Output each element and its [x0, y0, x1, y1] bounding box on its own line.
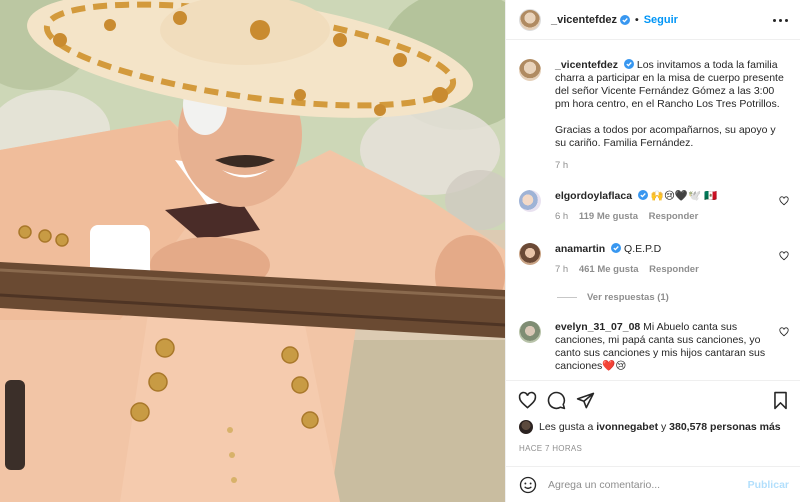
likes-middle: y — [660, 421, 667, 433]
comment-text: Q.E.P.D — [624, 243, 662, 255]
caption: _vicentefdez Los invitamos a toda la fam… — [519, 59, 789, 171]
comment-time: 6 h — [555, 211, 569, 222]
commenter-avatar[interactable] — [519, 321, 541, 343]
photo-illustration — [0, 0, 505, 502]
instagram-post: _vicentefdez • Seguir _vicentefdez Los i… — [0, 0, 800, 502]
comments-list[interactable]: _vicentefdez Los invitamos a toda la fam… — [506, 41, 800, 379]
comment-body: elgordoylaflaca 🙌😢🖤🕊️ 🇲🇽 — [555, 190, 789, 203]
verified-badge-icon — [611, 243, 622, 253]
caption-text-2: Gracias a todos por acompañarnos, su apo… — [555, 124, 776, 149]
caption-meta: 7 h — [555, 160, 789, 171]
caption-body: _vicentefdez Los invitamos a toda la fam… — [555, 59, 789, 150]
commenter-avatar[interactable] — [519, 190, 541, 212]
post-sidebar: _vicentefdez • Seguir _vicentefdez Los i… — [505, 0, 800, 502]
view-replies-line — [557, 296, 577, 298]
caption-avatar[interactable] — [519, 59, 541, 81]
likes-count[interactable]: 380,578 personas más — [669, 421, 781, 433]
comment-body: anamartin Q.E.P.D — [555, 243, 789, 256]
comment-username[interactable]: anamartin — [555, 243, 605, 255]
liker-avatar[interactable] — [519, 420, 533, 434]
heart-icon[interactable] — [779, 327, 789, 337]
likes-prefix: Les gusta a — [539, 421, 594, 433]
verified-badge-icon — [620, 14, 631, 25]
post-header: _vicentefdez • Seguir — [506, 0, 800, 40]
comment-username[interactable]: elgordoylaflaca — [555, 190, 632, 202]
comment-item: evelyn_31_07_08 Mi Abuelo canta sus canc… — [519, 321, 789, 373]
likes-summary: Les gusta a ivonnegabet y 380,578 person… — [519, 420, 781, 434]
verified-badge-icon — [623, 59, 634, 69]
post-photo[interactable] — [0, 0, 505, 502]
view-replies-button[interactable]: Ver respuestas (1) — [557, 292, 669, 303]
header-separator: • — [635, 13, 639, 26]
comment-body: evelyn_31_07_08 Mi Abuelo canta sus canc… — [555, 321, 789, 373]
comment-composer: Publicar — [506, 466, 800, 502]
more-options-icon[interactable] — [773, 13, 789, 27]
emoji-icon[interactable] — [519, 476, 537, 494]
author-avatar[interactable] — [519, 8, 541, 31]
comment-username[interactable]: evelyn_31_07_08 — [555, 321, 640, 333]
comment-item: elgordoylaflaca 🙌😢🖤🕊️ 🇲🇽 6 h 119 Me gust… — [519, 190, 789, 222]
heart-icon[interactable] — [779, 251, 789, 261]
heart-icon[interactable] — [518, 391, 537, 410]
comment-item: anamartin Q.E.P.D 7 h 461 Me gusta Respo… — [519, 243, 789, 275]
comment-icon[interactable] — [547, 391, 566, 410]
verified-badge-icon — [637, 190, 648, 200]
view-replies-label: Ver respuestas (1) — [587, 292, 669, 303]
reply-button[interactable]: Responder — [649, 264, 699, 275]
comment-text: 🙌😢🖤🕊️ 🇲🇽 — [650, 190, 718, 202]
heart-icon[interactable] — [779, 196, 789, 206]
follow-button[interactable]: Seguir — [644, 14, 678, 26]
comment-meta: 7 h 461 Me gusta Responder — [555, 264, 789, 275]
caption-time: 7 h — [555, 160, 569, 171]
comment-meta: 6 h 119 Me gusta Responder — [555, 211, 789, 222]
caption-username[interactable]: _vicentefdez — [555, 59, 618, 71]
publish-button[interactable]: Publicar — [748, 479, 789, 491]
bookmark-icon[interactable] — [772, 391, 789, 410]
comment-time: 7 h — [555, 264, 569, 275]
post-timestamp[interactable]: HACE 7 HORAS — [519, 444, 582, 453]
comment-input[interactable] — [548, 475, 728, 495]
commenter-avatar[interactable] — [519, 243, 541, 265]
comment-likes[interactable]: 461 Me gusta — [579, 264, 639, 275]
reply-button[interactable]: Responder — [649, 211, 699, 222]
liker-username[interactable]: ivonnegabet — [596, 421, 658, 433]
share-icon[interactable] — [576, 391, 595, 410]
author-username[interactable]: _vicentefdez — [551, 14, 617, 26]
action-bar — [506, 380, 800, 420]
comment-likes[interactable]: 119 Me gusta — [579, 211, 638, 222]
